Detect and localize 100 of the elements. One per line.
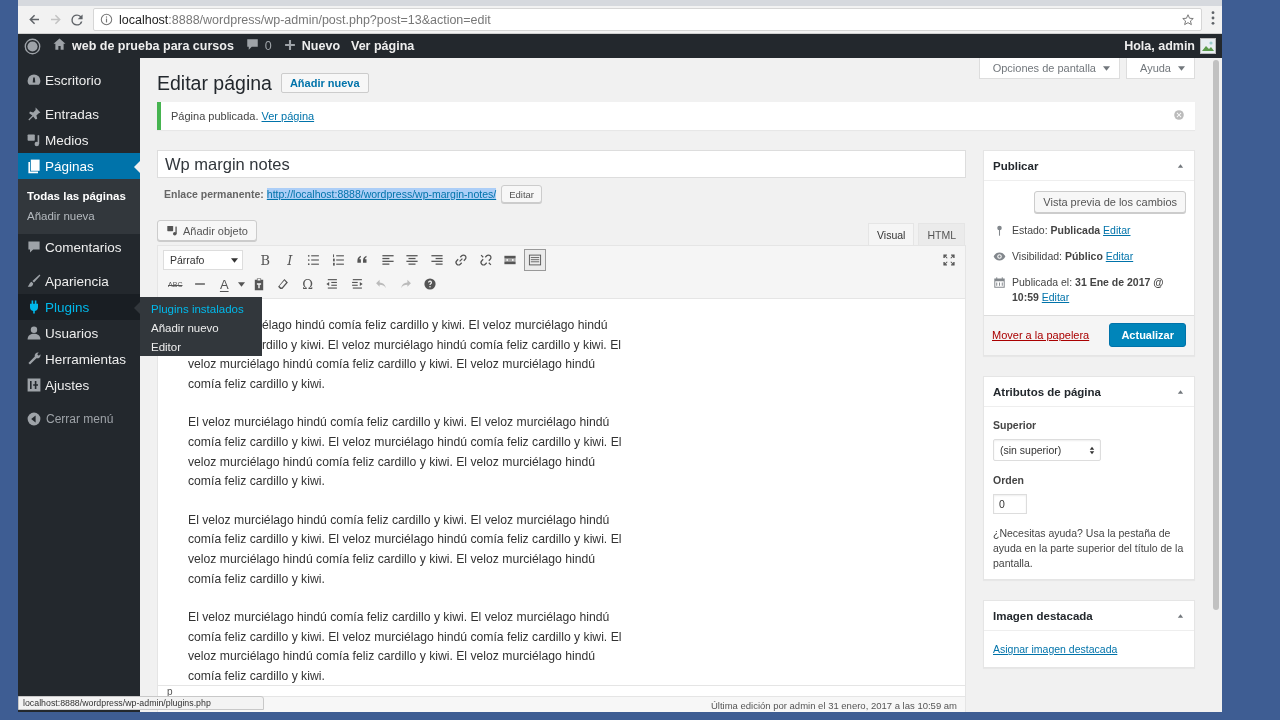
caret-icon	[231, 257, 238, 263]
collapse-arrow-icon[interactable]	[1177, 162, 1184, 169]
pages-icon	[26, 158, 42, 174]
publish-info-text: Estado: Publicada Editar	[1012, 223, 1131, 238]
trash-link[interactable]: Mover a la papelera	[992, 329, 1090, 341]
permalink-label: Enlace permanente:	[164, 188, 264, 200]
page-heading: Editar página	[157, 71, 272, 95]
menu-item[interactable]: Usuarios	[18, 320, 140, 346]
bold-button[interactable]: B	[253, 249, 278, 271]
set-featured-image-link[interactable]: Asignar imagen destacada	[993, 643, 1118, 655]
fullscreen-icon[interactable]	[941, 253, 956, 267]
flyout-item[interactable]: Editor	[140, 337, 262, 356]
text-line: rdillo y kiwi. El veloz murciélago hindú comía feliz cardillo y kiwi. El	[262, 336, 621, 354]
paragraph: El veloz murciélago hindú comía feliz cardillo y kiwi. El veloz murciélago hindú comía feliz cardillo y kiwi. El veloz murciélago hindú comía feliz cardillo y kiwi. El veloz murciélago hindú comía feliz cardillo y kiwi. El veloz murciélago hindú comía feliz cardillo y kiwi.	[188, 414, 623, 491]
scrollbar-thumb[interactable]	[1213, 60, 1219, 610]
help-text: ¿Necesitas ayuda? Usa la pestaña de ayuda en la parte superior del título de la pantalla.	[993, 526, 1185, 571]
info-icon	[100, 13, 113, 26]
menu-item[interactable]: Escritorio	[18, 67, 140, 93]
flyout-item[interactable]: Plugins instalados	[140, 299, 262, 318]
site-name-link[interactable]: web de prueba para cursos	[72, 39, 234, 53]
text-line: comía feliz cardillo y kiwi.	[188, 375, 325, 393]
eraser-icon[interactable]	[276, 277, 291, 291]
menu-item[interactable]: Ajustes	[18, 372, 140, 398]
submenu-item[interactable]: Añadir nueva	[18, 206, 140, 226]
screen-tab[interactable]: Ayuda	[1126, 58, 1195, 79]
view-page-link[interactable]: Ver página	[351, 39, 415, 53]
panel-title: Publicar	[993, 159, 1039, 172]
menu-item[interactable]: Entradas	[18, 101, 140, 127]
help-icon[interactable]	[423, 277, 438, 291]
plus-icon[interactable]	[282, 37, 297, 52]
new-link[interactable]: Nuevo	[301, 39, 340, 53]
address-field[interactable]: localhost:8888/wordpress/wp-admin/post.php?post=13&action=edit	[93, 8, 1202, 31]
order-field[interactable]: 0	[993, 494, 1027, 514]
last-edit-text: Última edición por admin el 31 enero, 2017 a las 10:59 am	[710, 700, 957, 711]
toolbar-toggle-icon[interactable]	[527, 253, 542, 267]
field-label: Orden	[993, 474, 1025, 486]
collapse-menu-button[interactable]: Cerrar menú	[18, 406, 140, 432]
collapse-icon	[26, 411, 42, 427]
star-icon[interactable]	[1181, 12, 1195, 27]
media-icon	[26, 132, 42, 148]
format-select[interactable]: Párrafo	[163, 250, 243, 270]
home-icon[interactable]	[52, 37, 67, 52]
flyout-item[interactable]: Añadir nuevo	[140, 318, 262, 337]
special-character-button[interactable]: Ω	[295, 273, 320, 295]
preview-button[interactable]: Vista previa de los cambios	[1034, 191, 1186, 213]
settings-icon	[26, 377, 42, 393]
add-media-button[interactable]: Añadir objeto	[157, 220, 257, 241]
brush-icon	[26, 273, 42, 289]
menu-item[interactable]: Páginas	[18, 153, 140, 179]
align-right-icon[interactable]	[429, 253, 444, 267]
url-text: localhost:8888/wordpress/wp-admin/post.php?post=13&action=edit	[119, 12, 491, 27]
paragraph: El veloz murciélago hindú comía feliz cardillo y kiwi. El veloz murciélago hindú comía feliz cardillo y kiwi. El veloz murciélago hindú comía feliz cardillo y kiwi. El veloz murciélago hindú comía feliz cardillo y kiwi. El veloz murciélago hindú comía feliz cardillo y kiwi.	[188, 609, 623, 685]
publish-info-text: Publicada el: 31 Ene de 2017 @ 10:59 Editar	[1012, 275, 1165, 305]
view-page-link[interactable]: Ver página	[261, 110, 315, 122]
paragraph: El veloz murciélago hindú comía feliz cardillo y kiwi. El veloz murciélago hindú comía feliz cardillo y kiwi. El veloz murciélago hindú comía feliz cardillo y kiwi. El veloz murciélago hindú comía feliz cardillo y kiwi. El veloz murciélago hindú comía feliz cardillo y kiwi.	[188, 511, 623, 588]
menu-item[interactable]: Comentarios	[18, 234, 140, 260]
back-icon[interactable]	[27, 12, 42, 27]
read-more-icon[interactable]	[503, 253, 518, 267]
submenu-item[interactable]: Todas las páginas	[18, 186, 140, 206]
indent-icon[interactable]	[349, 277, 364, 291]
numbered-list-icon[interactable]	[331, 253, 346, 267]
caret-icon	[1178, 65, 1185, 71]
reload-icon[interactable]	[69, 12, 84, 27]
collapse-arrow-icon[interactable]	[1177, 612, 1184, 619]
edit-link[interactable]: Editar	[1103, 224, 1131, 236]
comment-icon[interactable]	[244, 37, 260, 52]
field-label: Superior	[993, 419, 1038, 431]
italic-button[interactable]: I	[277, 249, 302, 271]
comment-count[interactable]: 0	[264, 39, 272, 53]
unlink-icon[interactable]	[478, 253, 493, 267]
edit-link[interactable]: Editar	[1105, 250, 1134, 262]
text-line: veloz murciélago hindú comía feliz cardillo y kiwi. El veloz murciélago hindú	[188, 356, 596, 374]
panel-title: Atributos de página	[993, 385, 1101, 398]
caret-icon	[1103, 65, 1110, 71]
align-left-icon[interactable]	[380, 253, 395, 267]
outdent-icon[interactable]	[325, 277, 340, 291]
eye-icon	[993, 250, 1006, 263]
menu-item[interactable]: Medios	[18, 127, 140, 153]
bullet-list-icon[interactable]	[307, 253, 322, 267]
parent-select[interactable]: (sin superior)	[993, 439, 1101, 461]
link-icon[interactable]	[454, 253, 469, 267]
add-new-button[interactable]: Añadir nueva	[280, 73, 369, 93]
gauge-icon	[26, 72, 42, 88]
media-icon	[166, 224, 179, 237]
logo-icon[interactable]	[24, 37, 41, 55]
collapse-arrow-icon[interactable]	[1177, 388, 1184, 395]
align-center-icon[interactable]	[405, 253, 420, 267]
menu-item[interactable]: Apariencia	[18, 268, 140, 294]
avatar-icon[interactable]	[1200, 38, 1216, 54]
edit-link[interactable]: Editar	[1041, 291, 1070, 303]
menu-icon[interactable]	[1210, 9, 1216, 26]
title-field[interactable]: Wp margin notes	[157, 150, 966, 178]
edit-permalink-button[interactable]: Editar	[501, 185, 542, 203]
editor-tab[interactable]: Visual	[868, 223, 915, 245]
screen-tab[interactable]: Opciones de pantalla	[978, 58, 1120, 79]
text-color-button[interactable]: A	[212, 273, 237, 295]
notice-text: Página publicada. Ver página	[171, 110, 316, 122]
greeting-link[interactable]: Hola, admin	[1124, 39, 1195, 53]
editor-tab[interactable]: HTML	[918, 223, 965, 245]
update-button[interactable]: Actualizar	[1109, 323, 1186, 347]
